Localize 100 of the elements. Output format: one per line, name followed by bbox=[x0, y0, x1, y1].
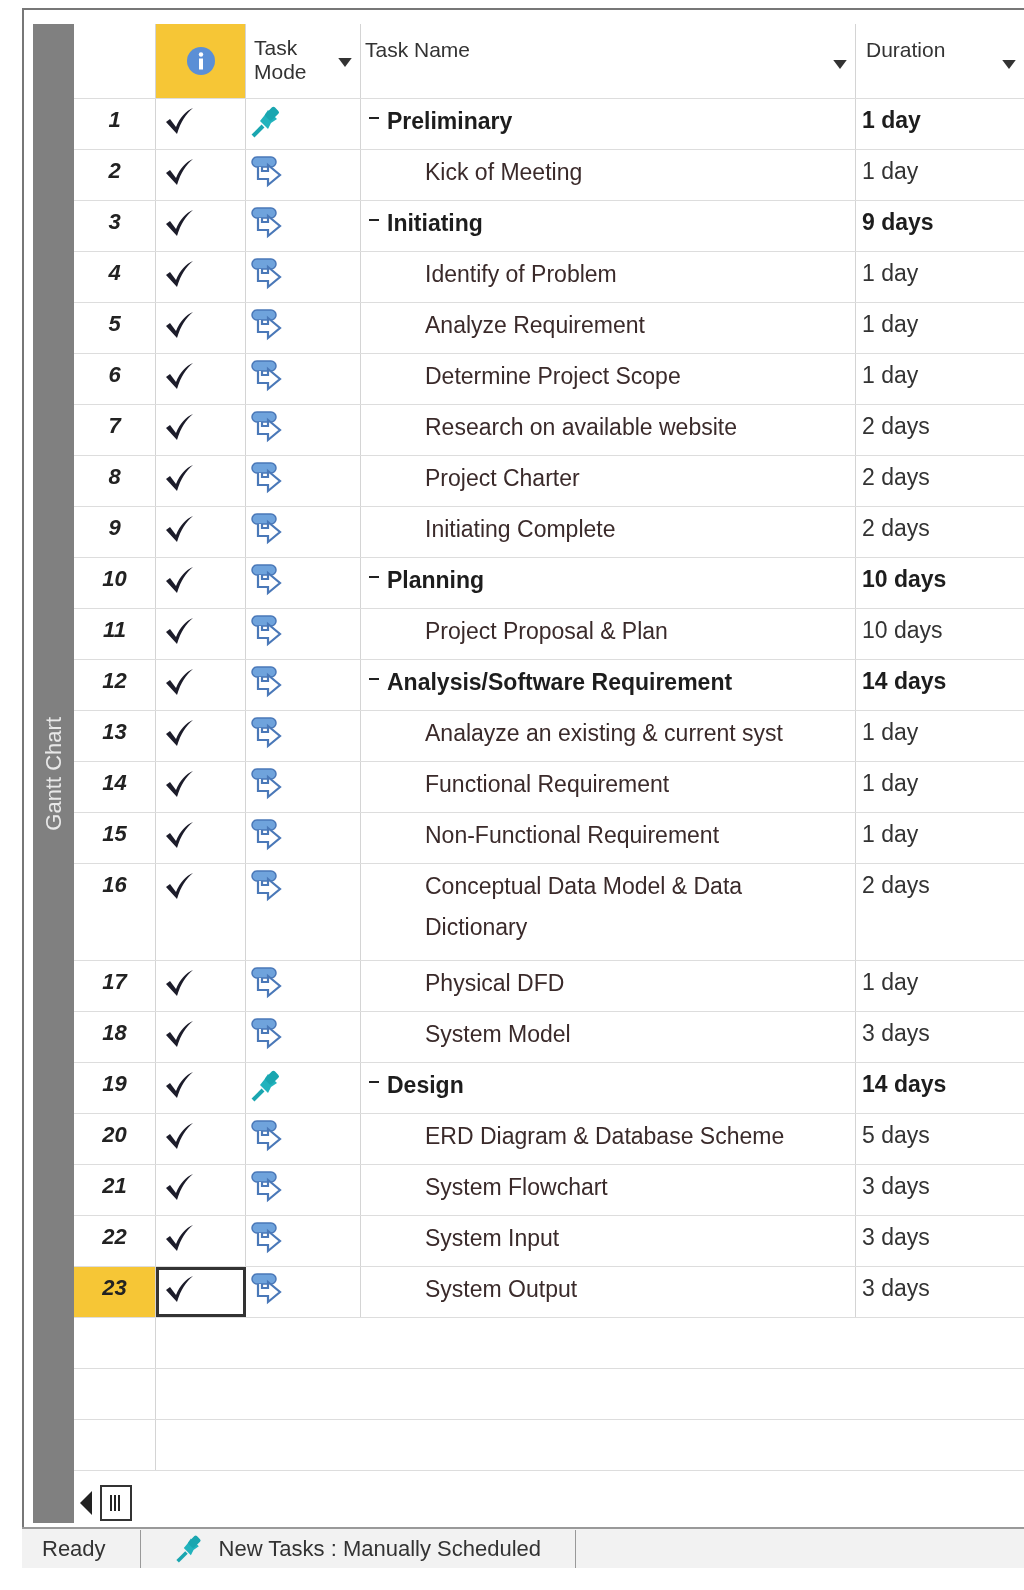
row-number[interactable]: 20 bbox=[74, 1114, 156, 1164]
auto-schedule-icon bbox=[250, 1222, 284, 1256]
duration: 14 days bbox=[862, 1071, 947, 1098]
auto-schedule-icon bbox=[250, 819, 284, 853]
task-name: Analyze Requirement bbox=[425, 311, 646, 340]
dropdown-caret-icon bbox=[1002, 60, 1016, 69]
task-name: Project Proposal & Plan bbox=[425, 617, 669, 646]
task-name: Project Charter bbox=[425, 464, 581, 493]
row-number[interactable]: 6 bbox=[74, 354, 156, 404]
column-title: Task Mode bbox=[253, 35, 308, 85]
row-number[interactable]: 13 bbox=[74, 711, 156, 761]
task-name: Determine Project Scope bbox=[425, 362, 682, 391]
row-number[interactable]: 10 bbox=[74, 558, 156, 608]
row-number[interactable]: 11 bbox=[74, 609, 156, 659]
auto-schedule-icon bbox=[250, 768, 284, 802]
auto-schedule-icon bbox=[250, 967, 284, 1001]
row-number[interactable]: 5 bbox=[74, 303, 156, 353]
row-number[interactable]: 9 bbox=[74, 507, 156, 557]
task-name: Kick of Meeting bbox=[425, 158, 584, 187]
duration: 1 day bbox=[862, 719, 919, 746]
row-number[interactable]: 19 bbox=[74, 1063, 156, 1113]
row-number[interactable]: 17 bbox=[74, 961, 156, 1011]
duration: 3 days bbox=[862, 1224, 930, 1251]
duration: 1 day bbox=[862, 260, 919, 287]
row-number[interactable]: 14 bbox=[74, 762, 156, 812]
row-number[interactable]: 21 bbox=[74, 1165, 156, 1215]
duration: 1 day bbox=[862, 362, 919, 389]
task-name: Initiating bbox=[387, 209, 484, 238]
row-number[interactable]: 4 bbox=[74, 252, 156, 302]
task-name: Identify of Problem bbox=[425, 260, 618, 289]
task-name: Analysis/Software Requirement bbox=[387, 668, 734, 697]
auto-schedule-icon bbox=[250, 1171, 284, 1205]
duration: 9 days bbox=[862, 209, 934, 236]
task-name: Analayze an existing & current syst bbox=[425, 719, 784, 748]
auto-schedule-icon bbox=[250, 666, 284, 700]
task-name: Physical DFD bbox=[425, 969, 566, 998]
new-tasks-mode[interactable]: New Tasks : Manually Scheduled bbox=[218, 1535, 542, 1562]
info-icon bbox=[185, 46, 216, 76]
task-name: Planning bbox=[387, 566, 486, 595]
duration: 2 days bbox=[862, 515, 930, 542]
auto-schedule-icon bbox=[250, 513, 284, 547]
column-title: Duration bbox=[865, 37, 947, 63]
row-number[interactable]: 15 bbox=[74, 813, 156, 863]
duration: 5 days bbox=[862, 1122, 930, 1149]
column-header[interactable]: Duration bbox=[856, 24, 1024, 98]
task-name: Initiating Complete bbox=[425, 515, 617, 544]
task-name: Functional Requirement bbox=[425, 770, 671, 799]
auto-schedule-icon bbox=[250, 411, 284, 445]
task-name: System Model bbox=[425, 1020, 572, 1049]
auto-schedule-icon bbox=[250, 258, 284, 292]
row-number[interactable]: 2 bbox=[74, 150, 156, 200]
auto-schedule-icon bbox=[250, 564, 284, 598]
task-name: System Flowchart bbox=[425, 1173, 609, 1202]
auto-schedule-icon bbox=[250, 870, 284, 904]
row-number[interactable]: 23 bbox=[74, 1267, 156, 1317]
task-name: Preliminary bbox=[387, 107, 514, 136]
row-number[interactable]: 1 bbox=[74, 99, 156, 149]
duration: 10 days bbox=[862, 617, 943, 644]
view-label: Gantt Chart bbox=[40, 716, 67, 831]
task-name: Research on available website bbox=[425, 413, 738, 442]
duration: 2 days bbox=[862, 413, 930, 440]
auto-schedule-icon bbox=[250, 717, 284, 751]
auto-schedule-icon bbox=[250, 309, 284, 343]
row-number[interactable]: 22 bbox=[74, 1216, 156, 1266]
task-name: Design bbox=[387, 1071, 465, 1100]
auto-schedule-icon bbox=[250, 1018, 284, 1052]
dropdown-caret-icon bbox=[833, 60, 847, 69]
status-text: Ready bbox=[42, 1535, 106, 1562]
duration: 3 days bbox=[862, 1275, 930, 1302]
duration: 14 days bbox=[862, 668, 947, 695]
row-number[interactable]: 12 bbox=[74, 660, 156, 710]
duration: 1 day bbox=[862, 969, 919, 996]
duration: 1 day bbox=[862, 158, 919, 185]
duration: 1 day bbox=[862, 311, 919, 338]
dropdown-caret-icon bbox=[338, 58, 352, 67]
task-name: ERD Diagram & Database Scheme bbox=[425, 1122, 786, 1151]
column-header[interactable]: Task Mode bbox=[246, 24, 361, 98]
auto-schedule-icon bbox=[250, 360, 284, 394]
auto-schedule-icon bbox=[250, 207, 284, 241]
auto-schedule-icon bbox=[250, 1273, 284, 1307]
row-number[interactable]: 18 bbox=[74, 1012, 156, 1062]
duration: 10 days bbox=[862, 566, 947, 593]
column-title: Task Name bbox=[364, 37, 472, 63]
duration: 1 day bbox=[862, 107, 921, 134]
column-header[interactable]: Task Name bbox=[361, 24, 856, 98]
row-number[interactable]: 3 bbox=[74, 201, 156, 251]
task-name: Conceptual Data Model & Data Dictionary bbox=[425, 872, 744, 943]
task-name: Non-Functional Requirement bbox=[425, 821, 721, 850]
scroll-left-icon[interactable] bbox=[80, 1491, 92, 1515]
duration: 2 days bbox=[862, 464, 930, 491]
task-name: System Output bbox=[425, 1275, 579, 1304]
row-number[interactable]: 7 bbox=[74, 405, 156, 455]
scrollbar-thumb-icon[interactable] bbox=[100, 1485, 132, 1521]
auto-schedule-icon bbox=[250, 156, 284, 190]
duration: 3 days bbox=[862, 1173, 930, 1200]
task-name: System Input bbox=[425, 1224, 561, 1253]
row-number[interactable]: 8 bbox=[74, 456, 156, 506]
duration: 2 days bbox=[862, 872, 930, 899]
auto-schedule-icon bbox=[250, 1120, 284, 1154]
row-number[interactable]: 16 bbox=[74, 864, 156, 960]
